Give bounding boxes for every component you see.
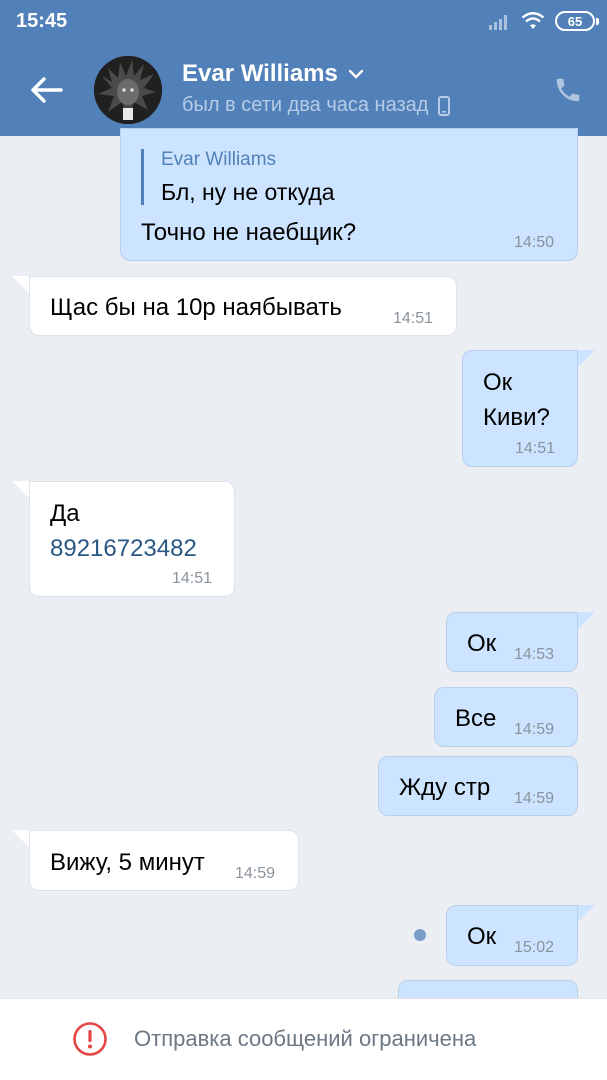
message-outgoing[interactable]: Ок Киви? 14:51 bbox=[462, 350, 578, 467]
message-time: 14:51 bbox=[515, 440, 556, 457]
message-text: Щас бы на 10р наябывать bbox=[50, 294, 342, 321]
message-text: Жду стр bbox=[399, 774, 491, 801]
message-time: 14:59 bbox=[514, 721, 555, 738]
contact-name-row[interactable]: Evar Williams bbox=[182, 60, 364, 88]
message-text: Ок bbox=[467, 630, 497, 657]
bubble-tail bbox=[12, 276, 30, 294]
message-restricted-bar: Отправка сообщений ограничена bbox=[0, 998, 607, 1080]
reply-quote-bar bbox=[141, 149, 144, 205]
bubble-tail bbox=[12, 830, 30, 848]
message-time: 14:50 bbox=[514, 234, 555, 251]
message-time: 14:51 bbox=[393, 310, 434, 327]
message-text: Вижу, 5 минут bbox=[50, 849, 205, 876]
signal-icon bbox=[489, 15, 507, 30]
battery-icon: 65 bbox=[555, 11, 599, 31]
avatar[interactable] bbox=[94, 56, 162, 124]
reply-author: Evar Williams bbox=[161, 149, 277, 170]
bubble-tail bbox=[577, 612, 595, 630]
message-time: 14:51 bbox=[172, 570, 213, 587]
restricted-notice: Отправка сообщений ограничена bbox=[134, 1026, 477, 1051]
back-button[interactable] bbox=[28, 72, 64, 108]
mobile-phone-icon bbox=[438, 95, 451, 116]
message-text: Да bbox=[50, 500, 80, 527]
call-button[interactable] bbox=[550, 72, 586, 108]
message-outgoing[interactable]: Все 14:59 bbox=[434, 687, 578, 747]
message-text-line: Ок bbox=[483, 369, 513, 396]
message-time: 14:53 bbox=[514, 646, 555, 663]
message-outgoing[interactable]: Жду стр 14:59 bbox=[378, 756, 578, 816]
message-time: 14:59 bbox=[235, 865, 276, 882]
back-arrow-icon bbox=[31, 77, 63, 103]
contact-name: Evar Williams bbox=[182, 60, 338, 87]
message-text-line: Киви? bbox=[483, 404, 550, 431]
status-icons: 65 bbox=[489, 10, 599, 32]
wifi-icon bbox=[521, 12, 545, 29]
status-time: 15:45 bbox=[16, 10, 68, 32]
reply-text: Бл, ну не откуда bbox=[161, 179, 335, 205]
message-text: Точно не наебщик? bbox=[141, 219, 357, 246]
message-incoming[interactable]: Да 89216723482 14:51 bbox=[29, 481, 235, 597]
chat-header: 15:45 65 Evar Williams был в сети два ча… bbox=[0, 0, 607, 136]
message-incoming[interactable]: Вижу, 5 минут 14:59 bbox=[29, 830, 299, 891]
message-text: Ок bbox=[467, 923, 497, 950]
message-outgoing[interactable]: Ок 15:02 bbox=[446, 905, 578, 966]
contact-status: был в сети два часа назад bbox=[182, 94, 429, 116]
message-time: 14:59 bbox=[514, 790, 555, 807]
battery-level: 65 bbox=[567, 13, 583, 29]
bubble-tail bbox=[12, 481, 30, 499]
phone-number-link[interactable]: 89216723482 bbox=[50, 535, 197, 563]
message-text: Все bbox=[455, 705, 497, 732]
message-incoming[interactable]: Щас бы на 10р наябывать 14:51 bbox=[29, 276, 457, 336]
unread-indicator bbox=[414, 929, 426, 941]
contact-status-row: был в сети два часа назад bbox=[182, 94, 451, 117]
alert-circle-icon bbox=[73, 1022, 107, 1056]
bubble-tail bbox=[577, 350, 595, 368]
avatar-image bbox=[94, 56, 162, 124]
chevron-down-icon bbox=[348, 69, 364, 79]
message-time: 15:02 bbox=[514, 939, 555, 956]
bubble-tail bbox=[577, 905, 595, 923]
status-bar: 15:45 65 bbox=[0, 0, 607, 44]
message-outgoing[interactable]: Ок 14:53 bbox=[446, 612, 578, 672]
phone-icon bbox=[556, 78, 580, 102]
message-outgoing[interactable]: Evar Williams Бл, ну не откуда Точно не … bbox=[120, 128, 578, 261]
